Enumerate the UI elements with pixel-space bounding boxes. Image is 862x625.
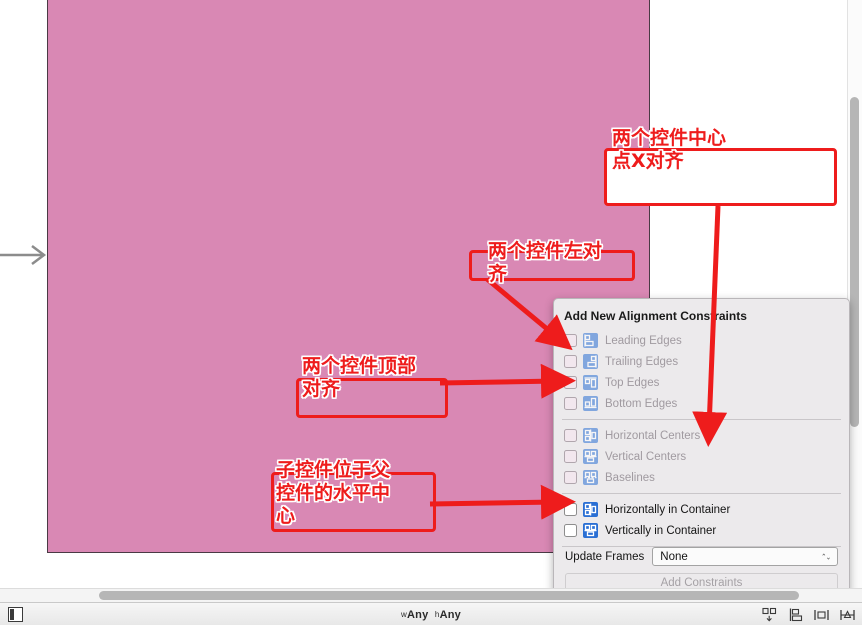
option-row-vertically-in-container[interactable]: Vertically in Container	[554, 520, 849, 541]
stack-tool-icon[interactable]	[761, 607, 778, 623]
alignment-options-list: Leading Edges Trailing Edges Top Edges B…	[554, 330, 849, 552]
pin-tool-icon[interactable]	[813, 607, 830, 623]
align-tool-icon[interactable]	[787, 607, 804, 623]
resolve-issues-icon[interactable]	[839, 607, 856, 623]
option-row-horizontally-in-container[interactable]: Horizontally in Container	[554, 499, 849, 520]
option-label-trailing-edges: Trailing Edges	[605, 355, 679, 368]
center-vertically-icon	[583, 523, 598, 538]
annotation-text-center-x: 两个控件中心 点X对齐	[612, 127, 727, 172]
alignment-constraints-popover[interactable]: Add New Alignment Constraints Leading Ed…	[553, 298, 850, 596]
option-label-top-edges: Top Edges	[605, 376, 660, 389]
annotation-text-leading: 两个控件左对 齐	[488, 240, 603, 285]
align-leading-edges-icon	[583, 333, 598, 348]
checkbox-leading-edges[interactable]	[564, 334, 577, 347]
update-frames-select[interactable]: None	[652, 547, 838, 566]
annotation-text-container: 子控件位于父 控件的水平中 心	[276, 459, 391, 527]
option-row-horizontal-centers[interactable]: Horizontal Centers	[554, 425, 849, 446]
width-class-value: Any	[407, 608, 429, 621]
checkbox-baselines[interactable]	[564, 471, 577, 484]
option-label-horizontal-centers: Horizontal Centers	[605, 429, 701, 442]
option-row-leading-edges[interactable]: Leading Edges	[554, 330, 849, 351]
align-horizontal-centers-icon	[583, 428, 598, 443]
option-label-vertical-centers: Vertical Centers	[605, 450, 687, 463]
align-baselines-icon	[583, 470, 598, 485]
options-divider-2	[562, 493, 841, 494]
align-trailing-edges-icon	[583, 354, 598, 369]
align-top-edges-icon	[583, 375, 598, 390]
checkbox-horizontal-centers[interactable]	[564, 429, 577, 442]
checkbox-top-edges[interactable]	[564, 376, 577, 389]
option-row-baselines[interactable]: Baselines	[554, 467, 849, 488]
option-label-bottom-edges: Bottom Edges	[605, 397, 678, 410]
checkbox-horizontally-in-container[interactable]	[564, 503, 577, 516]
entry-point-arrow-icon	[0, 245, 47, 265]
options-divider-1	[562, 419, 841, 420]
height-class-value: Any	[439, 608, 461, 621]
update-frames-label: Update Frames	[565, 550, 645, 563]
popover-title: Add New Alignment Constraints	[564, 309, 747, 323]
checkbox-vertically-in-container[interactable]	[564, 524, 577, 537]
canvas-status-bar: w Any h Any	[0, 602, 862, 625]
checkbox-bottom-edges[interactable]	[564, 397, 577, 410]
xcode-interface-builder-window: Add New Alignment Constraints Leading Ed…	[0, 0, 862, 625]
size-class-indicator[interactable]: w Any h Any	[0, 603, 862, 625]
align-vertical-centers-icon	[583, 449, 598, 464]
option-row-trailing-edges[interactable]: Trailing Edges	[554, 351, 849, 372]
checkbox-vertical-centers[interactable]	[564, 450, 577, 463]
canvas-horizontal-scrollbar[interactable]	[0, 588, 862, 602]
canvas-horizontal-scroll-thumb[interactable]	[99, 591, 799, 600]
option-label-leading-edges: Leading Edges	[605, 334, 682, 347]
option-label-baselines: Baselines	[605, 471, 655, 484]
option-row-bottom-edges[interactable]: Bottom Edges	[554, 393, 849, 414]
option-row-top-edges[interactable]: Top Edges	[554, 372, 849, 393]
option-row-vertical-centers[interactable]: Vertical Centers	[554, 446, 849, 467]
checkbox-trailing-edges[interactable]	[564, 355, 577, 368]
option-label-vertically-in-container: Vertically in Container	[605, 524, 717, 537]
annotation-text-top: 两个控件顶部 对齐	[302, 355, 417, 400]
align-bottom-edges-icon	[583, 396, 598, 411]
autolayout-toolbar	[761, 606, 856, 624]
center-horizontally-icon	[583, 502, 598, 517]
update-frames-row[interactable]: Update Frames None	[554, 546, 849, 567]
option-label-horizontally-in-container: Horizontally in Container	[605, 503, 731, 516]
canvas-vertical-scroll-thumb[interactable]	[850, 97, 859, 427]
